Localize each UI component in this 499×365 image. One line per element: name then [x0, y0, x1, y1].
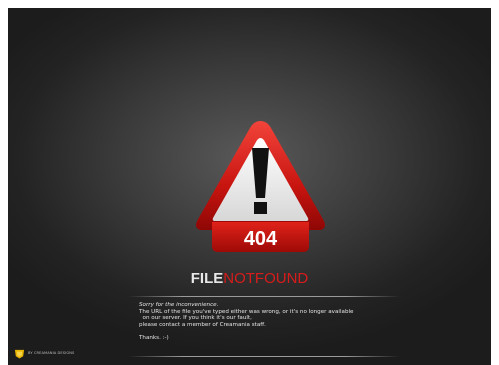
creamania-logo-icon [14, 349, 25, 359]
divider-bottom [128, 356, 400, 357]
thanks-text: Thanks. :-) [139, 334, 169, 341]
title-part-not: NOT [223, 270, 255, 287]
warning-triangle-icon: 404 [196, 121, 325, 252]
divider-top [128, 296, 400, 297]
brand-credit[interactable]: BY CREAMANIA DESIGNS [14, 347, 74, 359]
error-message: Sorry for the inconvenience. The URL of … [139, 302, 409, 342]
message-line: on our server. If you think it's our fau… [139, 315, 252, 322]
title-part-file: FILE [190, 270, 224, 287]
top-border [0, 0, 499, 8]
apology-text: Sorry for the inconvenience. [139, 302, 219, 308]
brand-name: BY CREAMANIA DESIGNS [28, 351, 75, 355]
error-title: FILENOTFOUND [0, 270, 499, 287]
message-line: please contact a member of Creamania sta… [139, 321, 266, 328]
title-part-found: FOUND [254, 270, 309, 287]
message-line: The URL of the file you've typed either … [139, 308, 354, 315]
error-code: 404 [244, 228, 278, 250]
